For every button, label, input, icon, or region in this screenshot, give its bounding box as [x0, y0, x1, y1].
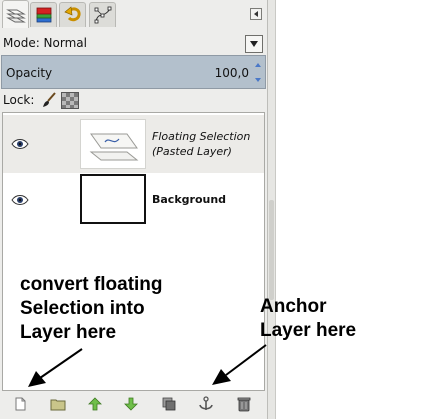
- annotation-arrows: [28, 344, 267, 387]
- arrow-to-anchor-layer: [212, 344, 267, 385]
- arrow-to-new-layer: [28, 348, 83, 387]
